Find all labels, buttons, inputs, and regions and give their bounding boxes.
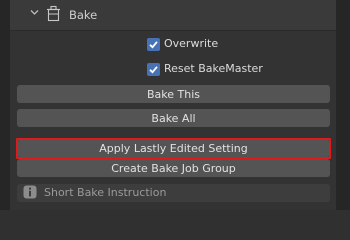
highlight-outline xyxy=(16,138,331,159)
overwrite-label: Overwrite xyxy=(164,37,219,50)
overwrite-checkbox[interactable] xyxy=(147,37,160,51)
bake-bucket-icon xyxy=(47,5,60,22)
bake-this-button[interactable]: Bake This xyxy=(17,85,330,103)
short-bake-instruction-label: Short Bake Instruction xyxy=(44,186,167,199)
panel-right-edge xyxy=(336,0,350,210)
bake-all-button[interactable]: Bake All xyxy=(17,109,330,127)
panel-left-edge xyxy=(0,0,10,210)
reset-bakemaster-option[interactable]: Reset BakeMaster xyxy=(147,61,263,77)
reset-bakemaster-label: Reset BakeMaster xyxy=(164,62,263,75)
reset-bakemaster-checkbox[interactable] xyxy=(147,62,160,76)
check-icon xyxy=(149,40,158,49)
header-divider xyxy=(10,30,336,31)
check-icon xyxy=(149,65,158,74)
bake-panel xyxy=(10,0,336,210)
overwrite-option[interactable]: Overwrite xyxy=(147,36,218,52)
create-bake-job-group-button[interactable]: Create Bake Job Group xyxy=(17,159,330,177)
info-icon xyxy=(23,185,37,199)
chevron-down-icon[interactable] xyxy=(30,9,39,16)
panel-title: Bake xyxy=(69,8,98,22)
